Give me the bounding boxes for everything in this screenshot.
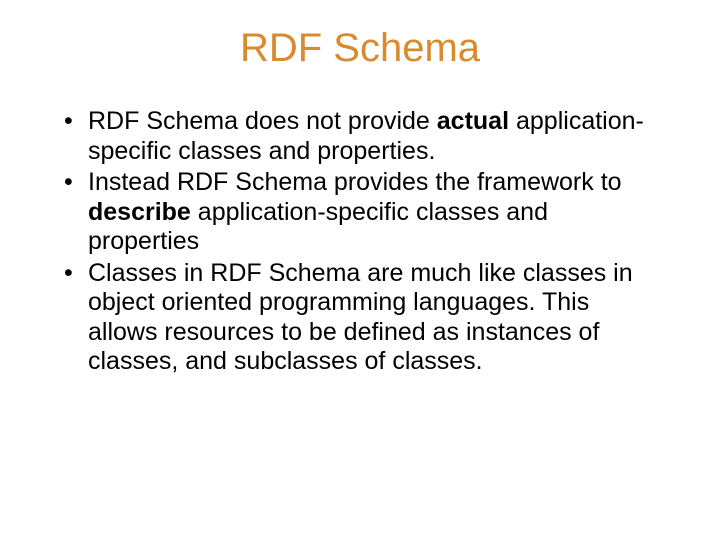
bullet-text-pre: Classes in RDF Schema are much like clas… [88,259,633,376]
bullet-text-pre: Instead RDF Schema provides the framewor… [88,168,622,196]
bullet-text-pre: RDF Schema does not provide [88,107,437,135]
list-item: RDF Schema does not provide actual appli… [60,107,660,166]
slide-title: RDF Schema [60,26,660,71]
bullet-text-bold: describe [88,198,191,226]
slide: RDF Schema RDF Schema does not provide a… [0,0,720,540]
bullet-text-bold: actual [437,107,509,135]
list-item: Classes in RDF Schema are much like clas… [60,259,660,377]
bullet-list: RDF Schema does not provide actual appli… [60,107,660,377]
list-item: Instead RDF Schema provides the framewor… [60,168,660,257]
